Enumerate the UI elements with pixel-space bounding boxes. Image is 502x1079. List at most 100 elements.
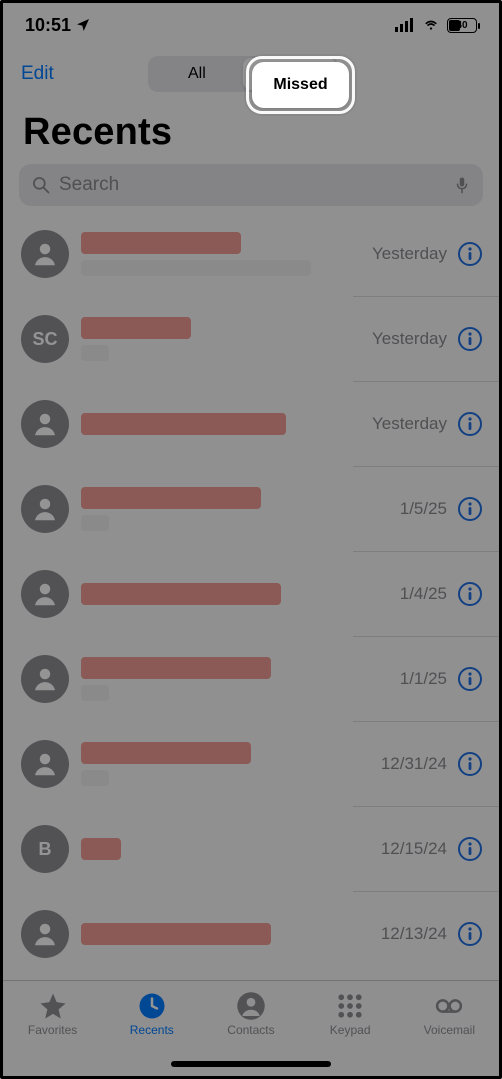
tab-contacts[interactable]: Contacts: [211, 991, 291, 1037]
avatar-initials: B: [21, 825, 69, 873]
call-date: 12/31/24: [381, 754, 447, 774]
tab-bar: Favorites Recents Contacts Keypad Voicem…: [3, 980, 499, 1076]
info-button[interactable]: [457, 751, 483, 777]
redacted-name: [81, 232, 241, 254]
location-icon: [75, 17, 91, 33]
redacted-name: [81, 583, 281, 605]
call-name-area: [81, 487, 388, 531]
avatar-generic: [21, 485, 69, 533]
call-meta: Yesterday: [372, 326, 483, 352]
redacted-subtext: [81, 345, 109, 361]
call-date: 1/1/25: [400, 669, 447, 689]
avatar-initials: SC: [21, 315, 69, 363]
call-date: 12/13/24: [381, 924, 447, 944]
redacted-name: [81, 923, 271, 945]
call-meta: 12/13/24: [381, 921, 483, 947]
voicemail-icon: [434, 991, 464, 1021]
call-meta: 12/15/24: [381, 836, 483, 862]
call-date: Yesterday: [372, 329, 447, 349]
info-button[interactable]: [457, 241, 483, 267]
call-date: 1/4/25: [400, 584, 447, 604]
call-row[interactable]: 1/5/25: [3, 467, 499, 551]
redacted-subtext: [81, 685, 109, 701]
info-button[interactable]: [457, 921, 483, 947]
call-meta: 1/5/25: [400, 496, 483, 522]
avatar-generic: [21, 400, 69, 448]
call-meta: 1/1/25: [400, 666, 483, 692]
tab-voicemail[interactable]: Voicemail: [409, 991, 489, 1037]
tab-label: Contacts: [227, 1023, 274, 1037]
avatar-generic: [21, 230, 69, 278]
status-time: 10:51: [25, 15, 71, 36]
call-date: 12/15/24: [381, 839, 447, 859]
call-row[interactable]: 12/13/24: [3, 892, 499, 976]
battery-level: 40: [448, 20, 476, 31]
avatar-generic: [21, 655, 69, 703]
call-date: Yesterday: [372, 244, 447, 264]
call-name-area: [81, 583, 388, 605]
home-indicator[interactable]: [171, 1061, 331, 1067]
tutorial-highlight: Missed: [252, 62, 349, 108]
status-bar: 10:51 40: [3, 3, 499, 47]
call-date: Yesterday: [372, 414, 447, 434]
star-icon: [38, 991, 68, 1021]
call-name-area: [81, 657, 388, 701]
nav-row: Edit All Missed: [3, 47, 499, 95]
info-button[interactable]: [457, 666, 483, 692]
call-row[interactable]: 1/4/25: [3, 552, 499, 636]
redacted-name: [81, 838, 121, 860]
call-row[interactable]: 12/31/24: [3, 722, 499, 806]
call-name-area: [81, 838, 369, 860]
call-meta: Yesterday: [372, 411, 483, 437]
avatar-generic: [21, 910, 69, 958]
call-row[interactable]: Yesterday: [3, 212, 499, 296]
call-meta: 1/4/25: [400, 581, 483, 607]
call-meta: 12/31/24: [381, 751, 483, 777]
segment-all[interactable]: All: [150, 58, 243, 90]
call-row[interactable]: Yesterday: [3, 382, 499, 466]
redacted-subtext: [81, 515, 109, 531]
call-row[interactable]: SC Yesterday: [3, 297, 499, 381]
search-field[interactable]: [19, 164, 483, 206]
avatar-generic: [21, 570, 69, 618]
tab-label: Voicemail: [424, 1023, 475, 1037]
avatar-generic: [21, 740, 69, 788]
tab-favorites[interactable]: Favorites: [13, 991, 93, 1037]
redacted-subtext: [81, 260, 311, 276]
info-button[interactable]: [457, 581, 483, 607]
call-row[interactable]: 1/1/25: [3, 637, 499, 721]
person-icon: [236, 991, 266, 1021]
tab-recents[interactable]: Recents: [112, 991, 192, 1037]
redacted-name: [81, 487, 261, 509]
phone-screen: 10:51 40 Edit All Missed Recents: [0, 0, 502, 1079]
redacted-subtext: [81, 770, 109, 786]
call-date: 1/5/25: [400, 499, 447, 519]
call-name-area: [81, 317, 360, 361]
battery-icon: 40: [447, 18, 477, 33]
edit-button[interactable]: Edit: [21, 63, 54, 85]
info-button[interactable]: [457, 326, 483, 352]
info-button[interactable]: [457, 836, 483, 862]
info-button[interactable]: [457, 411, 483, 437]
wifi-icon: [421, 18, 441, 32]
page-title: Recents: [3, 95, 499, 164]
redacted-name: [81, 657, 271, 679]
dictate-icon[interactable]: [453, 174, 471, 196]
call-name-area: [81, 413, 360, 435]
keypad-icon: [335, 991, 365, 1021]
tab-keypad[interactable]: Keypad: [310, 991, 390, 1037]
redacted-name: [81, 317, 191, 339]
call-list: Yesterday SC Yesterday Yesterday 1/5/25 1/4/2…: [3, 212, 499, 976]
call-meta: Yesterday: [372, 241, 483, 267]
search-icon: [31, 175, 51, 195]
call-name-area: [81, 232, 360, 276]
info-button[interactable]: [457, 496, 483, 522]
search-input[interactable]: [59, 174, 445, 196]
redacted-name: [81, 413, 286, 435]
redacted-name: [81, 742, 251, 764]
call-name-area: [81, 923, 369, 945]
tab-label: Favorites: [28, 1023, 77, 1037]
call-row[interactable]: B 12/15/24: [3, 807, 499, 891]
clock-icon: [137, 991, 167, 1021]
call-name-area: [81, 742, 369, 786]
